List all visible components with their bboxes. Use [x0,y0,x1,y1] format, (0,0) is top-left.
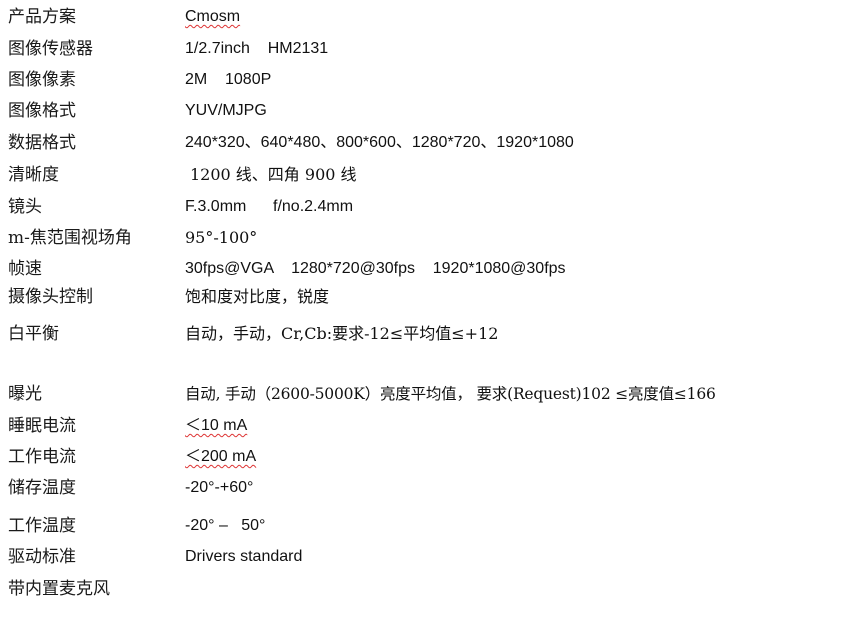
spec-label: 清晰度 [8,165,59,185]
spec-row-image-format: 图像格式 YUV/MJPG [0,97,865,125]
spec-label: 曝光 [8,384,42,404]
spec-row-image-sensor: 图像传感器 1/2.7inch HM2131 [0,35,865,63]
spec-row-driver-standard: 驱动标准 Drivers standard [0,543,865,571]
spec-value: -20°-+60° [185,479,254,496]
spec-value: Drivers standard [185,548,303,565]
spec-label: 工作电流 [8,447,76,467]
spec-row-working-current: 工作电流 ＜200 mA [0,443,865,471]
spec-label: 带内置麦克风 [8,579,110,599]
spec-row-product-solution: 产品方案 Cmosm [0,3,865,31]
spec-value: 自动, 手动（2600-5000K）亮度平均值， 要求(Request)102 … [185,385,716,403]
spec-row-storage-temperature: 储存温度 -20°-+60° [0,474,865,502]
spec-label: 帧速 [8,259,42,279]
spec-label: 工作温度 [8,516,76,536]
spec-value: 30fps@VGA 1280*720@30fps 1920*1080@30fps [185,260,566,277]
spec-value: F.3.0mm f/no.2.4mm [185,198,354,215]
spec-value: 95°-100° [185,228,258,247]
spec-value: 饱和度对比度，锐度 [185,287,330,306]
spec-label: 储存温度 [8,478,76,498]
spec-row-image-pixels: 图像像素 2M 1080P [0,66,865,94]
spec-row-resolution: 清晰度 1200 线、四角 900 线 [0,161,865,189]
spec-row-frame-rate: 帧速 30fps@VGA 1280*720@30fps 1920*1080@30… [0,255,865,283]
spec-label: 数据格式 [8,133,76,153]
spec-row-built-in-microphone: 带内置麦克风 [0,575,865,603]
spec-label: 驱动标准 [8,547,76,567]
spec-row-exposure: 曝光 自动, 手动（2600-5000K）亮度平均值， 要求(Request)1… [0,380,865,408]
spec-value: 自动，手动，Cr,Cb:要求-12≤平均值≤+12 [185,324,499,343]
spec-value: -20° – 50° [185,517,266,534]
spec-row-camera-control: 摄像头控制 饱和度对比度，锐度 [0,283,865,311]
spec-label: 图像传感器 [8,39,93,59]
spec-label: 图像像素 [8,70,76,90]
spec-row-data-format: 数据格式 240*320、640*480、800*600、1280*720、19… [0,129,865,157]
spec-label: 镜头 [8,197,42,217]
spec-row-sleep-current: 睡眠电流 ＜10 mA [0,412,865,440]
spec-value: 1200 线、四角 900 线 [190,165,357,184]
spec-label: 睡眠电流 [8,416,76,436]
spec-value: 2M 1080P [185,71,272,88]
spec-label: 摄像头控制 [8,287,93,307]
spec-row-lens: 镜头 F.3.0mm f/no.2.4mm [0,193,865,221]
spec-value: Cmosm [185,8,241,25]
spec-value: 240*320、640*480、800*600、1280*720、1920*10… [185,134,574,151]
spec-row-working-temperature: 工作温度 -20° – 50° [0,512,865,540]
spec-value: ＜10 mA [185,417,248,434]
spec-label: 产品方案 [8,7,76,27]
spec-label: 白平衡 [8,324,59,344]
spec-label: 图像格式 [8,101,76,121]
spec-row-field-of-view: m-焦范围视场角 95°-100° [0,224,865,252]
spec-value: YUV/MJPG [185,102,267,119]
spec-row-white-balance: 白平衡 自动，手动，Cr,Cb:要求-12≤平均值≤+12 [0,320,865,348]
spec-value: ＜200 mA [185,448,257,465]
spec-label: m-焦范围视场角 [8,228,132,248]
spec-value: 1/2.7inch HM2131 [185,40,329,57]
